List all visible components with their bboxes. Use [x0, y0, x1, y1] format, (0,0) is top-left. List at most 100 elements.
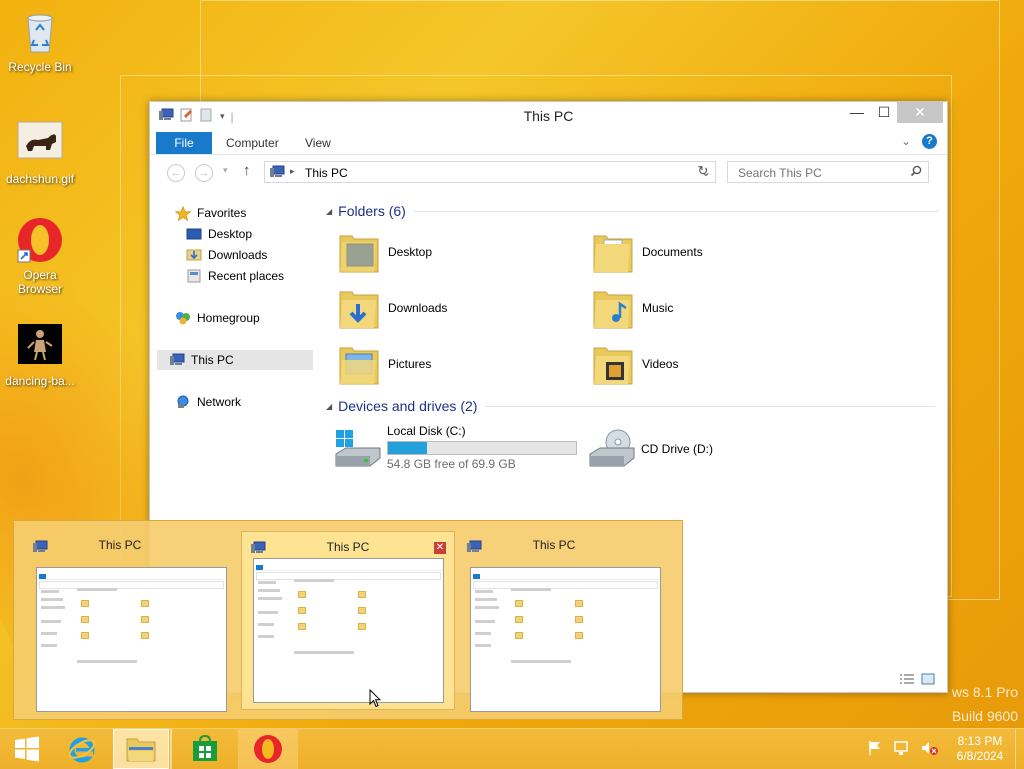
drive-cd-d[interactable]: CD Drive (D:) — [588, 424, 768, 470]
action-center-flag-icon[interactable] — [867, 740, 883, 759]
folder-pictures[interactable]: Pictures — [338, 342, 431, 386]
mini-folder-icon — [358, 623, 366, 630]
windows-edition-watermark: ws 8.1 Pro — [951, 684, 1018, 700]
mini-folder-icon — [298, 623, 306, 630]
mini-row — [258, 597, 282, 600]
mini-folder-icon — [358, 591, 366, 598]
drive-local-disk-c[interactable]: Local Disk (C:) 54.8 GB free of 69.9 GB — [334, 424, 584, 471]
maximize-button[interactable]: ☐ — [867, 102, 901, 123]
start-button[interactable] — [0, 729, 54, 769]
taskbar-divider — [170, 729, 172, 769]
breadcrumb-chevron-icon[interactable]: ▸ — [290, 166, 295, 177]
mini-folder-icon — [515, 600, 523, 607]
nav-homegroup[interactable]: Homegroup — [175, 308, 260, 328]
network-tray-icon[interactable] — [893, 740, 911, 759]
large-icons-view-icon[interactable] — [921, 673, 935, 688]
mouse-cursor-icon — [369, 689, 381, 708]
back-button[interactable]: ← — [167, 164, 185, 182]
taskbar-internet-explorer[interactable] — [55, 729, 109, 769]
mini-ribbon — [254, 565, 443, 571]
forward-button[interactable]: → — [195, 164, 213, 182]
nav-desktop[interactable]: Desktop — [186, 224, 252, 244]
search-input[interactable] — [736, 165, 905, 181]
folder-documents[interactable]: Documents — [592, 230, 703, 274]
mini-row — [258, 635, 274, 638]
mini-row — [77, 588, 117, 591]
collapse-icon[interactable]: ◢ — [326, 207, 332, 216]
taskbar-file-explorer[interactable] — [113, 729, 169, 769]
tab-computer[interactable]: Computer — [213, 132, 292, 154]
desktop-icon-recycle-bin[interactable]: Recycle Bin — [0, 8, 80, 74]
opera-icon — [16, 216, 64, 264]
tab-view[interactable]: View — [292, 132, 344, 154]
recent-locations-icon[interactable]: ▾ — [223, 165, 228, 176]
taskbar-thumbnail-preview: This PC This PC ✕ This PC — [13, 520, 683, 720]
videos-folder-icon — [593, 347, 633, 385]
tab-file[interactable]: File — [156, 132, 212, 154]
nav-label: This PC — [191, 353, 234, 367]
nav-downloads[interactable]: Downloads — [186, 245, 267, 265]
nav-this-pc[interactable]: This PC — [157, 350, 313, 370]
taskbar-opera[interactable] — [238, 729, 298, 769]
search-icon[interactable] — [910, 165, 922, 180]
desktop-icon — [186, 228, 202, 240]
expand-ribbon-icon[interactable]: ⌄ — [901, 134, 911, 148]
group-title: Folders (6) — [338, 203, 406, 219]
nav-favorites[interactable]: Favorites — [175, 203, 246, 223]
address-field[interactable]: ▸ This PC ⌄ — [264, 161, 716, 183]
mini-folder-icon — [575, 632, 583, 639]
thumbnail-preview — [253, 558, 444, 703]
folder-music[interactable]: Music — [592, 286, 673, 330]
store-icon — [193, 735, 217, 761]
up-button[interactable]: ↑ — [243, 162, 251, 179]
folders-group-header[interactable]: ◢ Folders (6) — [326, 203, 939, 219]
mini-row — [41, 598, 63, 601]
thumbnail-title: This PC — [532, 538, 576, 552]
drive-usage-bar — [387, 441, 577, 455]
refresh-button[interactable]: ↻ — [693, 163, 713, 181]
clock-time: 8:13 PM — [957, 734, 1003, 748]
desktop-icon-dancing[interactable]: dancing-ba... — [0, 322, 80, 388]
thumbnail-window-2[interactable]: This PC ✕ — [241, 531, 455, 710]
devices-group-header[interactable]: ◢ Devices and drives (2) — [326, 398, 936, 414]
volume-muted-icon[interactable] — [921, 740, 939, 759]
mini-address — [39, 581, 224, 589]
nav-label: Homegroup — [197, 311, 260, 325]
mini-row — [77, 660, 137, 663]
nav-network[interactable]: Network — [175, 392, 241, 412]
desktop-icon-dachshun[interactable]: dachshun.gif — [0, 120, 80, 186]
folder-label: Downloads — [388, 301, 448, 315]
nav-label: Recent places — [208, 269, 285, 283]
taskbar-store[interactable] — [178, 729, 232, 769]
clock[interactable]: 8:13 PM 6/8/2024 — [945, 734, 1015, 764]
collapse-icon[interactable]: ◢ — [326, 402, 332, 411]
nav-recent-places[interactable]: Recent places — [186, 266, 284, 286]
window-title: This PC — [523, 108, 574, 124]
details-view-icon[interactable] — [899, 673, 915, 688]
show-desktop-button[interactable] — [1015, 729, 1024, 769]
desktop-icon-opera[interactable]: Opera Browser — [0, 216, 80, 296]
title-bar[interactable]: ▾ | This PC — ☐ ✕ — [150, 102, 947, 130]
thumbnail-close-button[interactable]: ✕ — [434, 542, 446, 554]
mini-row — [511, 660, 571, 663]
drive-free-space: 54.8 GB free of 69.9 GB — [387, 457, 516, 471]
search-box[interactable] — [727, 161, 929, 183]
mini-folder-icon — [575, 600, 583, 607]
thumbnail-window-1[interactable]: This PC — [14, 529, 227, 712]
downloads-icon — [186, 249, 202, 261]
folder-downloads[interactable]: Downloads — [338, 286, 447, 330]
mini-folder-icon — [81, 616, 89, 623]
mini-address — [256, 572, 441, 580]
desktop-icon-label: Opera Browser — [17, 268, 62, 296]
breadcrumb[interactable]: This PC — [305, 166, 348, 180]
folder-videos[interactable]: Videos — [592, 342, 678, 386]
thumbnail-window-3[interactable]: This PC — [448, 529, 661, 712]
drive-name: Local Disk (C:) — [387, 424, 466, 438]
close-button[interactable]: ✕ — [897, 102, 943, 123]
mini-folder-icon — [141, 600, 149, 607]
folder-desktop[interactable]: Desktop — [338, 230, 432, 274]
mini-folder-icon — [515, 616, 523, 623]
help-icon[interactable]: ? — [922, 134, 937, 149]
windows-build-watermark: Build 9600 — [951, 708, 1018, 724]
pictures-folder-icon — [339, 347, 379, 385]
